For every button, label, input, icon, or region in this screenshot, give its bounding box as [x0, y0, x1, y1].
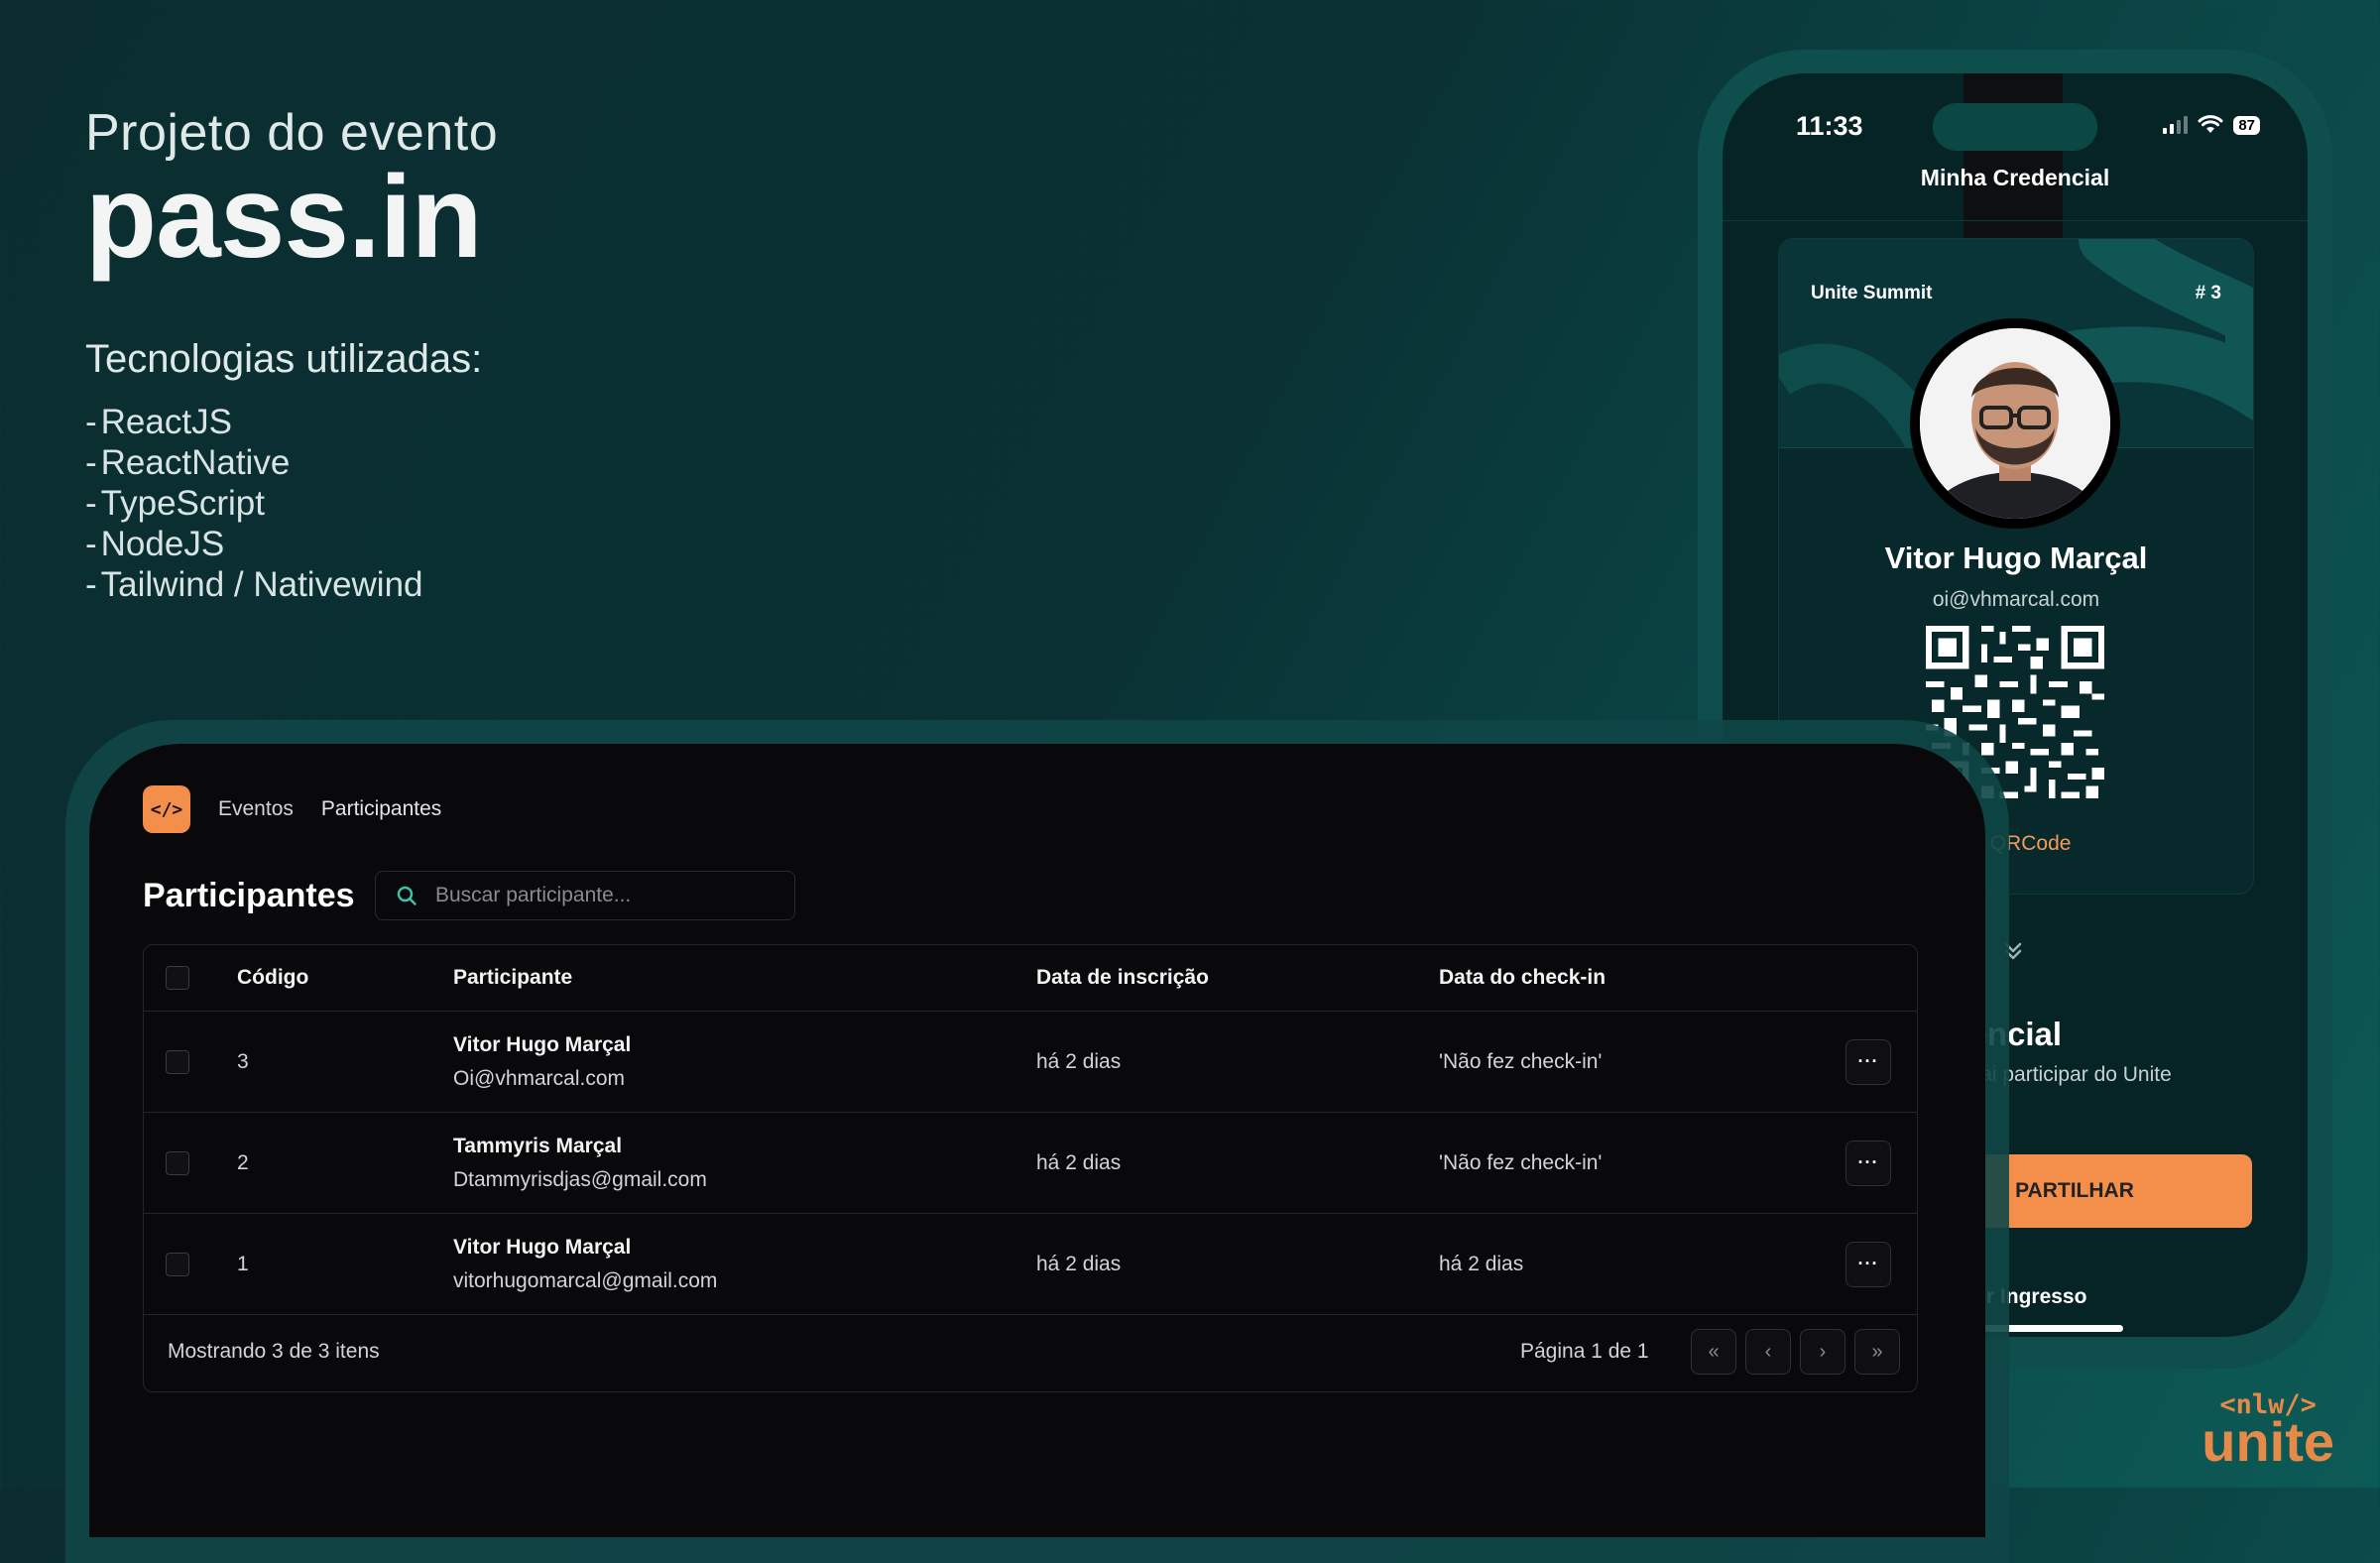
- cell-created: há 2 dias: [1036, 1011, 1439, 1113]
- cell-code: 1: [237, 1213, 453, 1315]
- row-checkbox[interactable]: [166, 1150, 189, 1175]
- divider: [1723, 220, 2308, 221]
- nav-eventos[interactable]: Eventos: [218, 797, 294, 821]
- nlw-logo-line2: unite: [2202, 1410, 2334, 1473]
- page-title: Participantes: [143, 877, 355, 914]
- select-all-checkbox[interactable]: [166, 966, 189, 990]
- more-horizontal-icon[interactable]: ···: [1845, 1140, 1891, 1186]
- table-row: 3 Vitor Hugo Marçal Oi@vhmarcal.com há 2 …: [144, 1011, 1917, 1113]
- nav-participantes[interactable]: Participantes: [321, 797, 441, 821]
- web-app: </> Eventos Participantes Participantes …: [89, 744, 1985, 1537]
- header-participante[interactable]: Participante: [453, 945, 1036, 1012]
- next-page-button[interactable]: ›: [1800, 1329, 1845, 1375]
- search-input[interactable]: [433, 883, 755, 908]
- more-horizontal-icon[interactable]: ···: [1845, 1038, 1891, 1085]
- tech-item: - ReactNative: [85, 442, 291, 482]
- page-info: Página 1 de 1: [1520, 1340, 1649, 1363]
- cell-participant: Vitor Hugo Marçal vitorhugomarcal@gmail.c…: [453, 1213, 1036, 1315]
- participant-email: vitorhugomarcal@gmail.com: [453, 1268, 718, 1292]
- first-page-button[interactable]: «: [1691, 1329, 1736, 1375]
- dynamic-island: [1933, 103, 2097, 151]
- tech-item: - Tailwind / Nativewind: [85, 564, 423, 604]
- badge-email: oi@vhmarcal.com: [1932, 588, 2100, 611]
- share-button-label: PARTILHAR: [2015, 1179, 2134, 1202]
- signal-icon: [2163, 116, 2189, 134]
- badge-name: Vitor Hugo Marçal: [1884, 541, 2148, 575]
- tech-title: Tecnologias utilizadas:: [85, 336, 483, 381]
- tech-item: - NodeJS: [85, 524, 225, 563]
- cell-participant: Vitor Hugo Marçal Oi@vhmarcal.com: [453, 1011, 1036, 1113]
- participant-name: Vitor Hugo Marçal: [453, 1032, 632, 1056]
- battery-icon: 87: [2233, 115, 2260, 135]
- cell-code: 2: [237, 1112, 453, 1214]
- cell-checkin: há 2 dias: [1439, 1213, 1816, 1315]
- participant-email: Oi@vhmarcal.com: [453, 1066, 626, 1090]
- header-data-inscricao[interactable]: Data de inscrição: [1036, 945, 1439, 1012]
- search-box: [375, 871, 795, 920]
- status-icons: 87: [2163, 115, 2260, 135]
- table-header-row: Código Participante Data de inscrição Da…: [144, 945, 1917, 1012]
- header-data-checkin[interactable]: Data do check-in: [1439, 945, 1816, 1012]
- cell-code: 3: [237, 1011, 453, 1113]
- tech-list: - ReactJS - ReactNative - TypeScript - NodeJ…: [85, 402, 498, 605]
- nlw-unite-logo: <nlw/> unite: [2202, 1389, 2334, 1473]
- last-page-button[interactable]: »: [1854, 1329, 1900, 1375]
- participant-email: Dtammyrisdjas@gmail.com: [453, 1167, 707, 1191]
- table-footer: Mostrando 3 de 3 itens Página 1 de 1 « ‹…: [144, 1312, 1917, 1391]
- cell-checkin: 'Não fez check-in': [1439, 1011, 1816, 1113]
- showing-count: Mostrando 3 de 3 itens: [168, 1340, 380, 1363]
- status-bar: 11:33 87: [1723, 103, 2308, 163]
- app-logo-icon[interactable]: </>: [143, 785, 190, 833]
- wifi-icon: [2198, 115, 2223, 133]
- pagination: « ‹ › »: [1691, 1329, 1900, 1375]
- top-nav: </> Eventos Participantes: [143, 785, 441, 833]
- search-icon: [397, 886, 416, 905]
- cell-created: há 2 dias: [1036, 1213, 1439, 1315]
- row-checkbox[interactable]: [166, 1049, 189, 1074]
- header-codigo[interactable]: Código: [237, 945, 453, 1012]
- participant-name: Vitor Hugo Marçal: [453, 1235, 632, 1259]
- badge-number: # 3: [2195, 283, 2221, 303]
- tech-item: - TypeScript: [85, 483, 266, 523]
- participants-table: Código Participante Data de inscrição Da…: [143, 944, 1918, 1392]
- cell-created: há 2 dias: [1036, 1112, 1439, 1214]
- table-row: 1 Vitor Hugo Marçal vitorhugomarcal@gmail…: [144, 1213, 1917, 1315]
- more-horizontal-icon[interactable]: ···: [1845, 1241, 1891, 1287]
- row-checkbox[interactable]: [166, 1252, 189, 1276]
- cell-participant: Tammyris Marçal Dtammyrisdjas@gmail.com: [453, 1112, 1036, 1214]
- cell-checkin: 'Não fez check-in': [1439, 1112, 1816, 1214]
- participant-name: Tammyris Marçal: [453, 1134, 623, 1157]
- tech-item: - ReactJS: [85, 402, 232, 441]
- table-row: 2 Tammyris Marçal Dtammyrisdjas@gmail.com…: [144, 1112, 1917, 1214]
- hero: Projeto do evento pass.in Tecnologias ut…: [85, 103, 498, 605]
- phone-title: Minha Credencial: [1920, 165, 2110, 190]
- avatar: [1910, 318, 2120, 529]
- previous-page-button[interactable]: ‹: [1745, 1329, 1791, 1375]
- status-time: 11:33: [1796, 111, 1863, 141]
- badge-event: Unite Summit: [1811, 283, 1933, 303]
- hero-brand: pass.in: [85, 152, 483, 283]
